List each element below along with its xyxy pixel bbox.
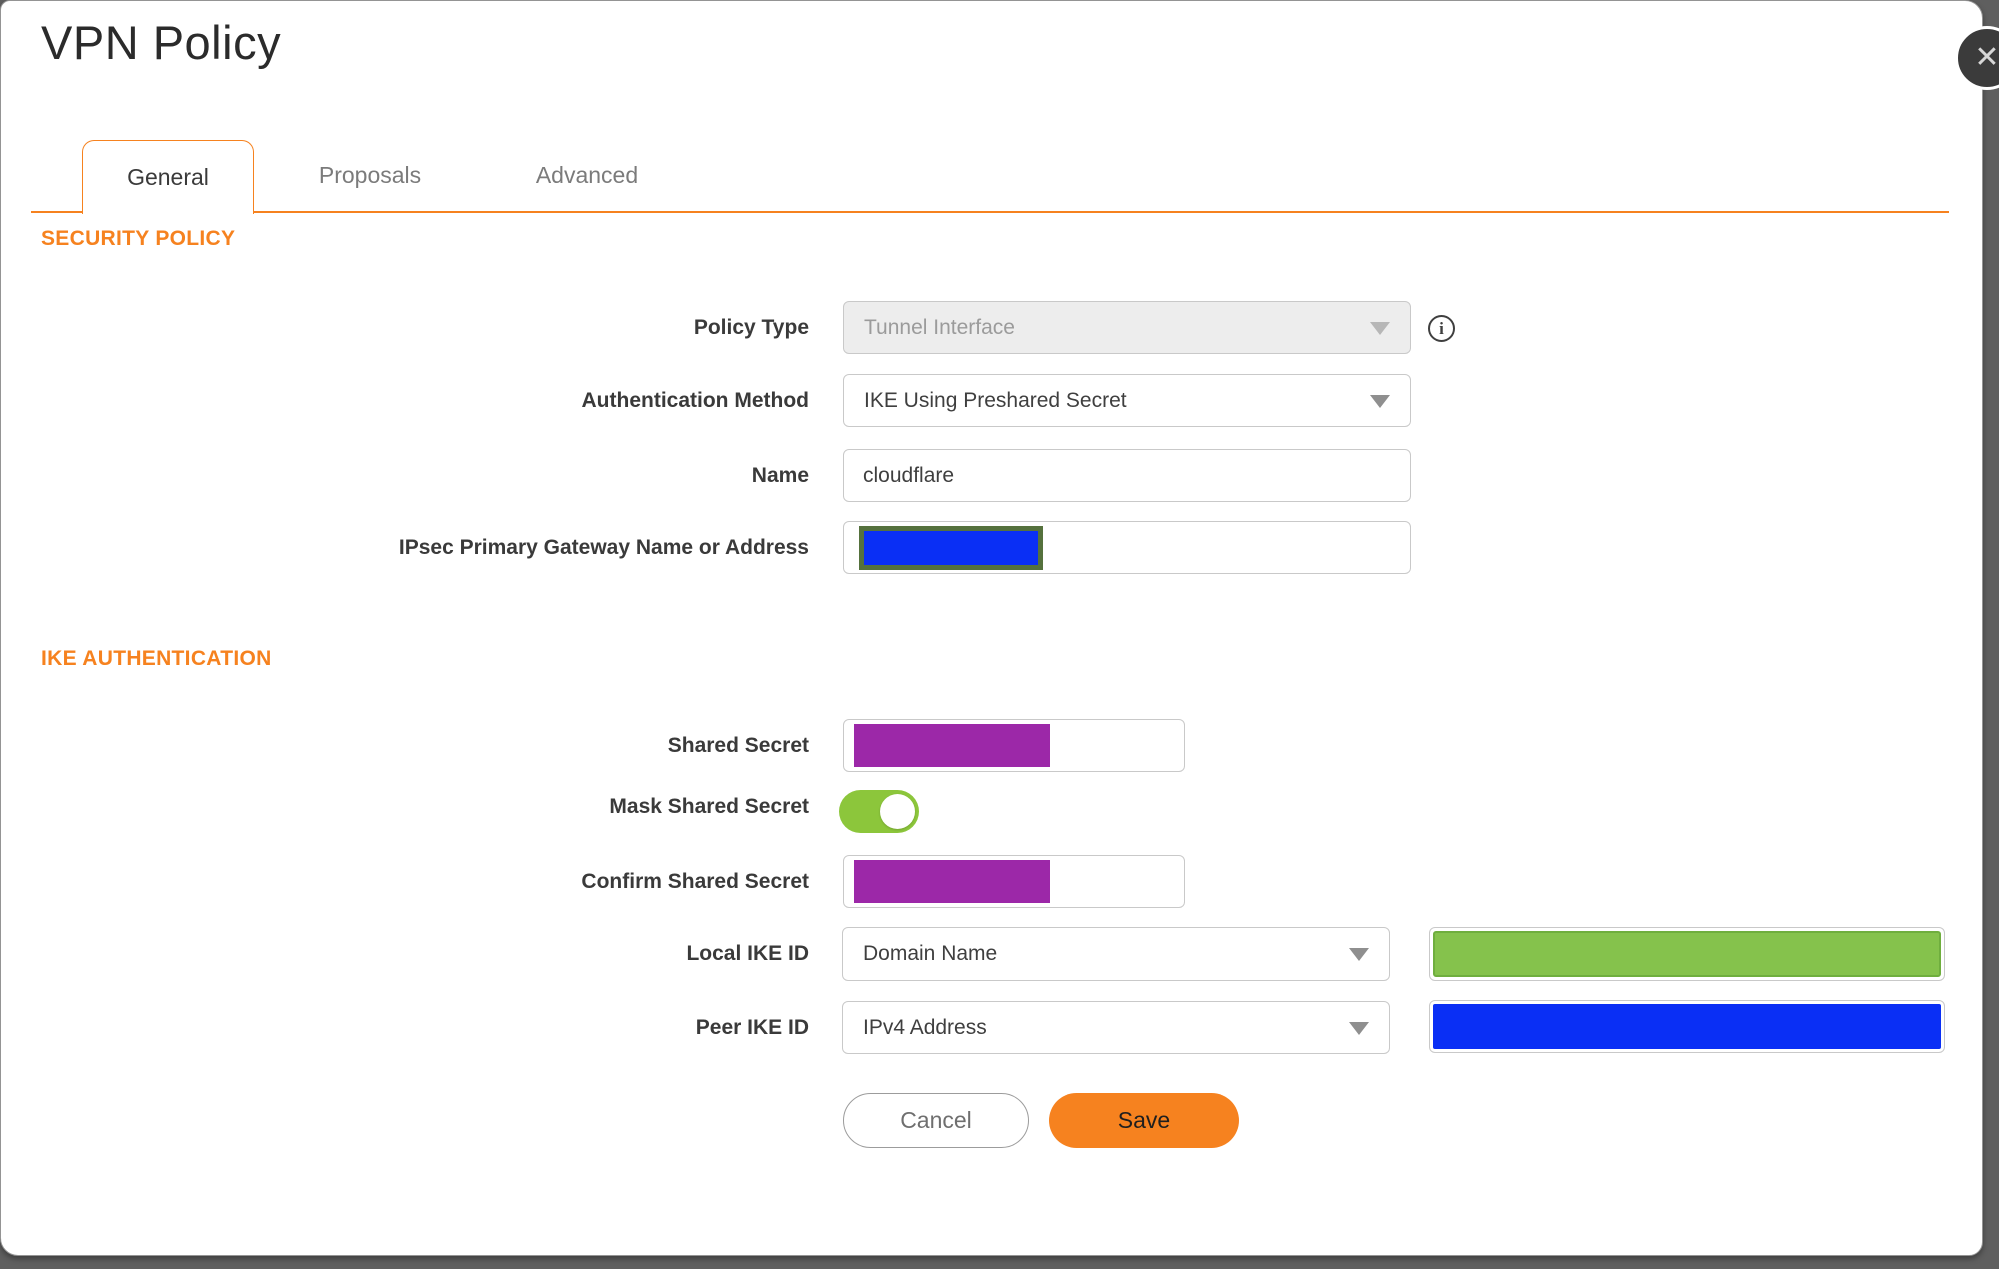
local-ike-id-label: Local IKE ID [686, 942, 809, 965]
mask-shared-secret-label: Mask Shared Secret [609, 795, 809, 818]
authentication-method-select[interactable]: IKE Using Preshared Secret [843, 374, 1411, 427]
mask-shared-secret-toggle[interactable] [839, 790, 919, 833]
section-heading-ike-authentication: IKE AUTHENTICATION [41, 647, 272, 670]
toggle-knob [880, 794, 915, 829]
ipsec-primary-gateway-label: IPsec Primary Gateway Name or Address [398, 536, 809, 559]
info-icon[interactable]: i [1428, 315, 1455, 342]
local-ike-id-type-select[interactable]: Domain Name [842, 927, 1390, 981]
authentication-method-label: Authentication Method [581, 389, 809, 412]
policy-type-value: Tunnel Interface [864, 315, 1015, 339]
peer-ike-id-type-select[interactable]: IPv4 Address [842, 1001, 1390, 1054]
local-ike-id-value-input[interactable] [1429, 927, 1945, 981]
policy-type-select: Tunnel Interface [843, 301, 1411, 354]
ipsec-primary-gateway-input[interactable] [843, 521, 1411, 574]
dialog-title: VPN Policy [41, 16, 282, 69]
chevron-down-icon [1370, 321, 1390, 335]
tab-general[interactable]: General [82, 140, 254, 214]
tab-advanced[interactable]: Advanced [526, 140, 648, 210]
vpn-policy-dialog: VPN Policy General Proposals Advanced SE… [0, 0, 1983, 1256]
shared-secret-label: Shared Secret [667, 734, 809, 757]
peer-ike-id-type-value: IPv4 Address [863, 1015, 987, 1039]
authentication-method-value: IKE Using Preshared Secret [864, 388, 1127, 412]
peer-ike-id-label: Peer IKE ID [695, 1016, 809, 1039]
save-button[interactable]: Save [1049, 1093, 1239, 1148]
peer-ike-id-value-input[interactable] [1429, 1000, 1945, 1053]
cancel-button[interactable]: Cancel [843, 1093, 1029, 1148]
shared-secret-input[interactable] [843, 719, 1185, 772]
redacted-peer-ike-id-value [1433, 1004, 1941, 1049]
name-label: Name [751, 464, 809, 487]
policy-type-label: Policy Type [693, 316, 809, 339]
redacted-gateway-value [859, 526, 1043, 570]
chevron-down-icon [1349, 948, 1369, 961]
redacted-confirm-shared-secret-value [854, 860, 1050, 903]
redacted-local-ike-id-value [1433, 931, 1941, 977]
redacted-shared-secret-value [854, 724, 1050, 767]
confirm-shared-secret-input[interactable] [843, 855, 1185, 908]
tab-proposals[interactable]: Proposals [309, 140, 431, 210]
chevron-down-icon [1349, 1021, 1369, 1035]
name-input[interactable] [843, 449, 1411, 502]
local-ike-id-type-value: Domain Name [863, 942, 998, 965]
chevron-down-icon [1370, 394, 1390, 408]
section-heading-security-policy: SECURITY POLICY [41, 227, 236, 250]
confirm-shared-secret-label: Confirm Shared Secret [581, 870, 809, 893]
